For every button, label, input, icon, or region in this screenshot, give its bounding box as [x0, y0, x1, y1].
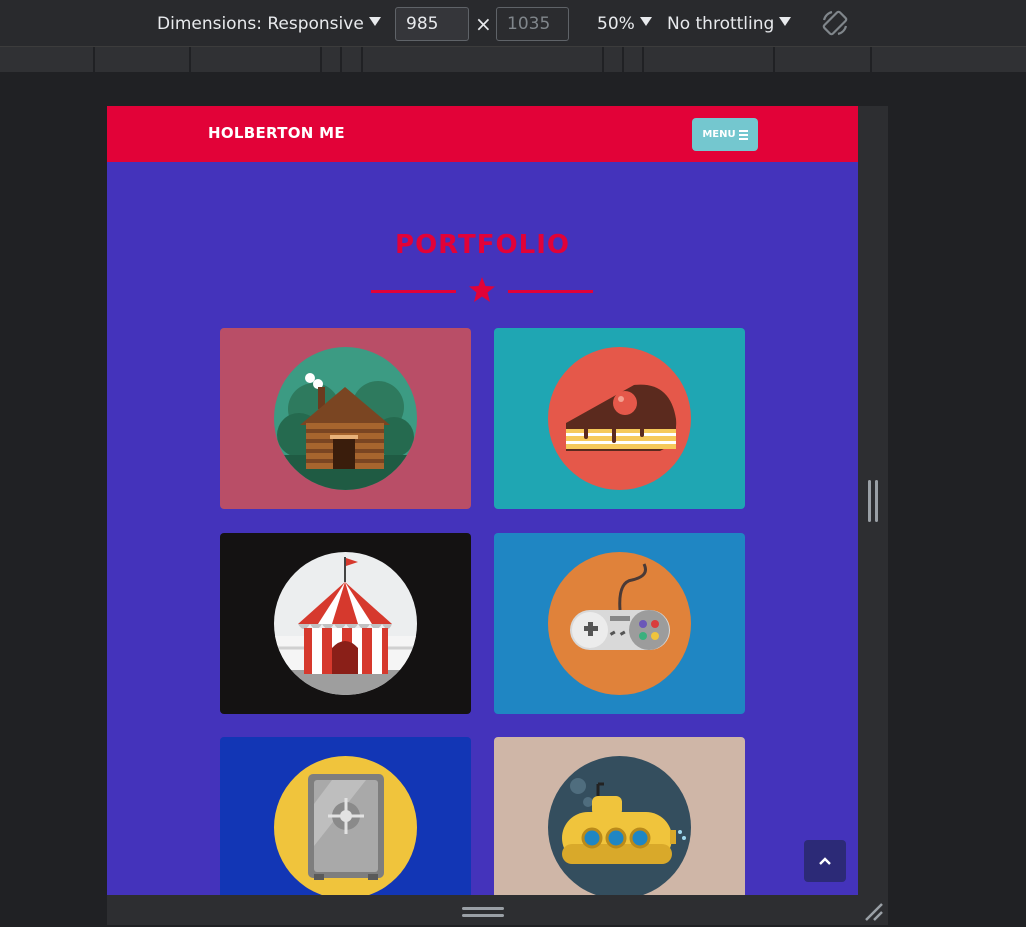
portfolio-item-cabin[interactable] — [220, 328, 471, 509]
dimensions-label: Dimensions: Responsive — [157, 13, 364, 34]
portfolio-item-circus[interactable] — [220, 533, 471, 714]
media-query-segment[interactable] — [322, 47, 342, 72]
media-query-segment[interactable] — [644, 47, 775, 72]
chevron-down-icon — [639, 17, 652, 26]
star-icon — [469, 277, 495, 302]
cabin-icon — [274, 373, 417, 490]
media-query-bar — [0, 47, 1026, 72]
resize-handle-right[interactable] — [868, 480, 878, 522]
chevron-up-icon — [819, 857, 831, 865]
media-query-segment[interactable] — [363, 47, 604, 72]
divider-line — [508, 290, 593, 293]
chevron-down-icon — [368, 17, 381, 26]
media-query-segment[interactable] — [342, 47, 363, 72]
emulated-viewport: HOLBERTON ME MENU PORTFOLIO — [107, 106, 858, 895]
media-query-segment[interactable] — [624, 47, 644, 72]
brand-logo[interactable]: HOLBERTON ME — [208, 124, 345, 142]
media-query-segment[interactable] — [95, 47, 191, 72]
throttling-label: No throttling — [667, 13, 775, 34]
portfolio-item-submarine[interactable] — [494, 737, 745, 895]
dimensions-dropdown[interactable]: Dimensions: Responsive — [157, 0, 381, 47]
menu-button[interactable]: MENU — [692, 118, 758, 151]
game-controller-icon — [570, 563, 670, 650]
width-input[interactable]: 985 — [395, 7, 469, 41]
portfolio-item-cake[interactable] — [494, 328, 745, 509]
cake-slice-icon — [566, 384, 677, 451]
height-input[interactable]: 1035 — [496, 7, 569, 41]
media-query-segment[interactable] — [775, 47, 872, 72]
submarine-icon — [562, 778, 686, 864]
circus-tent-icon — [274, 557, 417, 695]
media-query-segment[interactable] — [191, 47, 322, 72]
hamburger-icon — [738, 129, 748, 140]
media-query-segment[interactable] — [0, 47, 95, 72]
star-divider — [371, 276, 593, 306]
portfolio-heading: PORTFOLIO — [395, 230, 570, 260]
zoom-dropdown[interactable]: 50% — [597, 0, 652, 47]
navbar: HOLBERTON ME MENU — [107, 106, 858, 162]
portfolio-item-safe[interactable] — [220, 737, 471, 895]
zoom-label: 50% — [597, 13, 635, 34]
rotate-icon[interactable] — [820, 8, 850, 38]
safe-icon — [308, 774, 384, 880]
portfolio-item-game-controller[interactable] — [494, 533, 745, 714]
devtools-device-toolbar: Dimensions: Responsive 985 × 1035 50% No… — [0, 0, 1026, 47]
media-query-segment[interactable] — [604, 47, 624, 72]
throttling-dropdown[interactable]: No throttling — [667, 0, 792, 47]
back-to-top-button[interactable] — [804, 840, 846, 882]
chevron-down-icon — [779, 17, 792, 26]
divider-line — [371, 290, 456, 293]
times-symbol: × — [475, 12, 492, 36]
resize-handle-bottom[interactable] — [462, 907, 504, 917]
resize-corner-icon[interactable] — [862, 900, 884, 922]
media-query-segment[interactable] — [872, 47, 1026, 72]
menu-label: MENU — [702, 129, 736, 140]
